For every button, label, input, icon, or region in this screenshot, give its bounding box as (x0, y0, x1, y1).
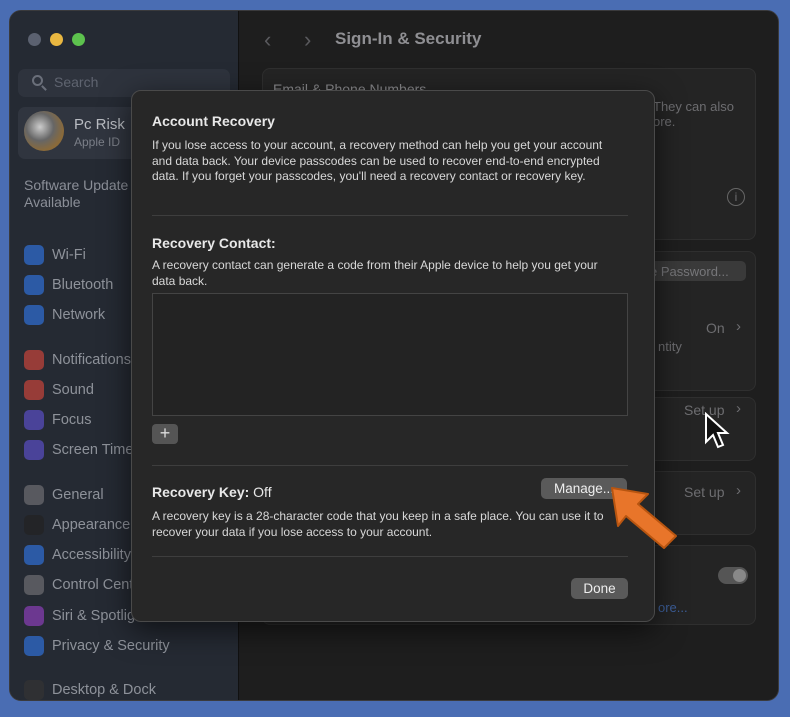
row4-setup-value[interactable]: Set up (684, 484, 724, 500)
siri-icon (24, 606, 44, 626)
profile-name: Pc Risk (74, 116, 125, 133)
divider (152, 556, 628, 557)
appearance-icon (24, 515, 44, 535)
sidebar-item-accessibility[interactable]: Accessibility (24, 544, 131, 566)
sidebar-item-label: Network (52, 307, 106, 323)
avatar (24, 111, 64, 151)
sidebar-item-label: Desktop & Dock (52, 682, 156, 698)
recovery-key-description: A recovery key is a 28-character code th… (152, 509, 604, 539)
toggle-switch[interactable] (718, 567, 748, 584)
maximize-window-button[interactable] (72, 33, 85, 46)
hand-icon (24, 636, 44, 656)
sidebar-item-label: Notifications (52, 352, 131, 368)
sidebar-item-control-centre[interactable]: Control Centre (24, 574, 146, 596)
bell-icon (24, 350, 44, 370)
mouse-pointer-icon (705, 412, 730, 449)
profile-subtitle: Apple ID (74, 135, 121, 149)
recovery-contact-description: A recovery contact can generate a code f… (152, 258, 598, 288)
wifi-icon (24, 245, 44, 265)
sidebar-item-sound[interactable]: Sound (24, 379, 94, 401)
sidebar-item-label: Screen Time (52, 442, 134, 458)
sidebar-item-label: Privacy & Security (52, 638, 170, 654)
two-factor-value[interactable]: On (706, 320, 725, 336)
sidebar-item-desktop-dock[interactable]: Desktop & Dock (24, 679, 156, 700)
speaker-icon (24, 380, 44, 400)
search-placeholder: Search (54, 74, 99, 90)
chevron-right-icon: › (736, 400, 741, 417)
sidebar-item-label: Accessibility (52, 547, 131, 563)
sidebar-item-appearance[interactable]: Appearance (24, 514, 130, 536)
minimize-window-button[interactable] (50, 33, 63, 46)
forward-button[interactable]: › (304, 27, 311, 53)
bluetooth-icon (24, 275, 44, 295)
sidebar-item-network[interactable]: Network (24, 304, 105, 326)
info-icon[interactable]: i (727, 188, 745, 206)
divider (152, 215, 628, 216)
switches-icon (24, 575, 44, 595)
dialog-title: Account Recovery (152, 113, 275, 129)
sidebar-item-label: Focus (52, 412, 92, 428)
gear-icon (24, 485, 44, 505)
dialog-intro: If you lose access to your account, a re… (152, 138, 603, 183)
sidebar-item-label: Appearance (52, 517, 131, 533)
sidebar-item-label: General (52, 487, 104, 503)
email-description: They can also (653, 99, 734, 114)
sidebar-item-label: Bluetooth (52, 277, 114, 293)
sidebar-item-label: Wi-Fi (52, 247, 86, 263)
sidebar-item-general[interactable]: General (24, 484, 104, 506)
moon-icon (24, 410, 44, 430)
globe-icon (24, 305, 44, 325)
search-icon (32, 75, 43, 86)
account-recovery-dialog: Account Recovery If you lose access to y… (131, 90, 655, 622)
change-password-button[interactable]: e Password... (640, 261, 746, 281)
chevron-right-icon: › (736, 318, 741, 335)
divider (152, 465, 628, 466)
recovery-key-status: Off (253, 484, 272, 500)
add-recovery-contact-button[interactable]: + (152, 424, 178, 444)
recovery-contacts-list[interactable] (152, 293, 628, 416)
sidebar-item-label: Sound (52, 382, 94, 398)
sidebar-item-siri-spotlight[interactable]: Siri & Spotlight (24, 605, 147, 627)
close-window-button[interactable] (28, 33, 41, 46)
sidebar-item-bluetooth[interactable]: Bluetooth (24, 274, 113, 296)
recovery-key-heading: Recovery Key: Off (152, 484, 272, 500)
email-description-2: ore. (653, 114, 676, 129)
two-factor-description: ntity (658, 339, 682, 354)
recovery-contact-title: Recovery Contact: (152, 235, 276, 251)
annotation-arrow-icon (611, 487, 677, 549)
dock-icon (24, 680, 44, 700)
sidebar-item-notifications[interactable]: Notifications (24, 349, 131, 371)
back-button[interactable]: ‹ (264, 27, 271, 53)
done-button[interactable]: Done (571, 578, 628, 599)
sidebar-item-focus[interactable]: Focus (24, 409, 92, 431)
sidebar-item-screen-time[interactable]: Screen Time (24, 439, 133, 461)
sidebar-item-wi-fi[interactable]: Wi-Fi (24, 244, 86, 266)
page-title: Sign-In & Security (335, 29, 482, 48)
hourglass-icon (24, 440, 44, 460)
accessibility-icon (24, 545, 44, 565)
recovery-key-title: Recovery Key: (152, 484, 250, 500)
learn-more-link[interactable]: ore... (658, 600, 688, 615)
sidebar-item-privacy-security[interactable]: Privacy & Security (24, 635, 170, 657)
chevron-right-icon: › (736, 482, 741, 499)
